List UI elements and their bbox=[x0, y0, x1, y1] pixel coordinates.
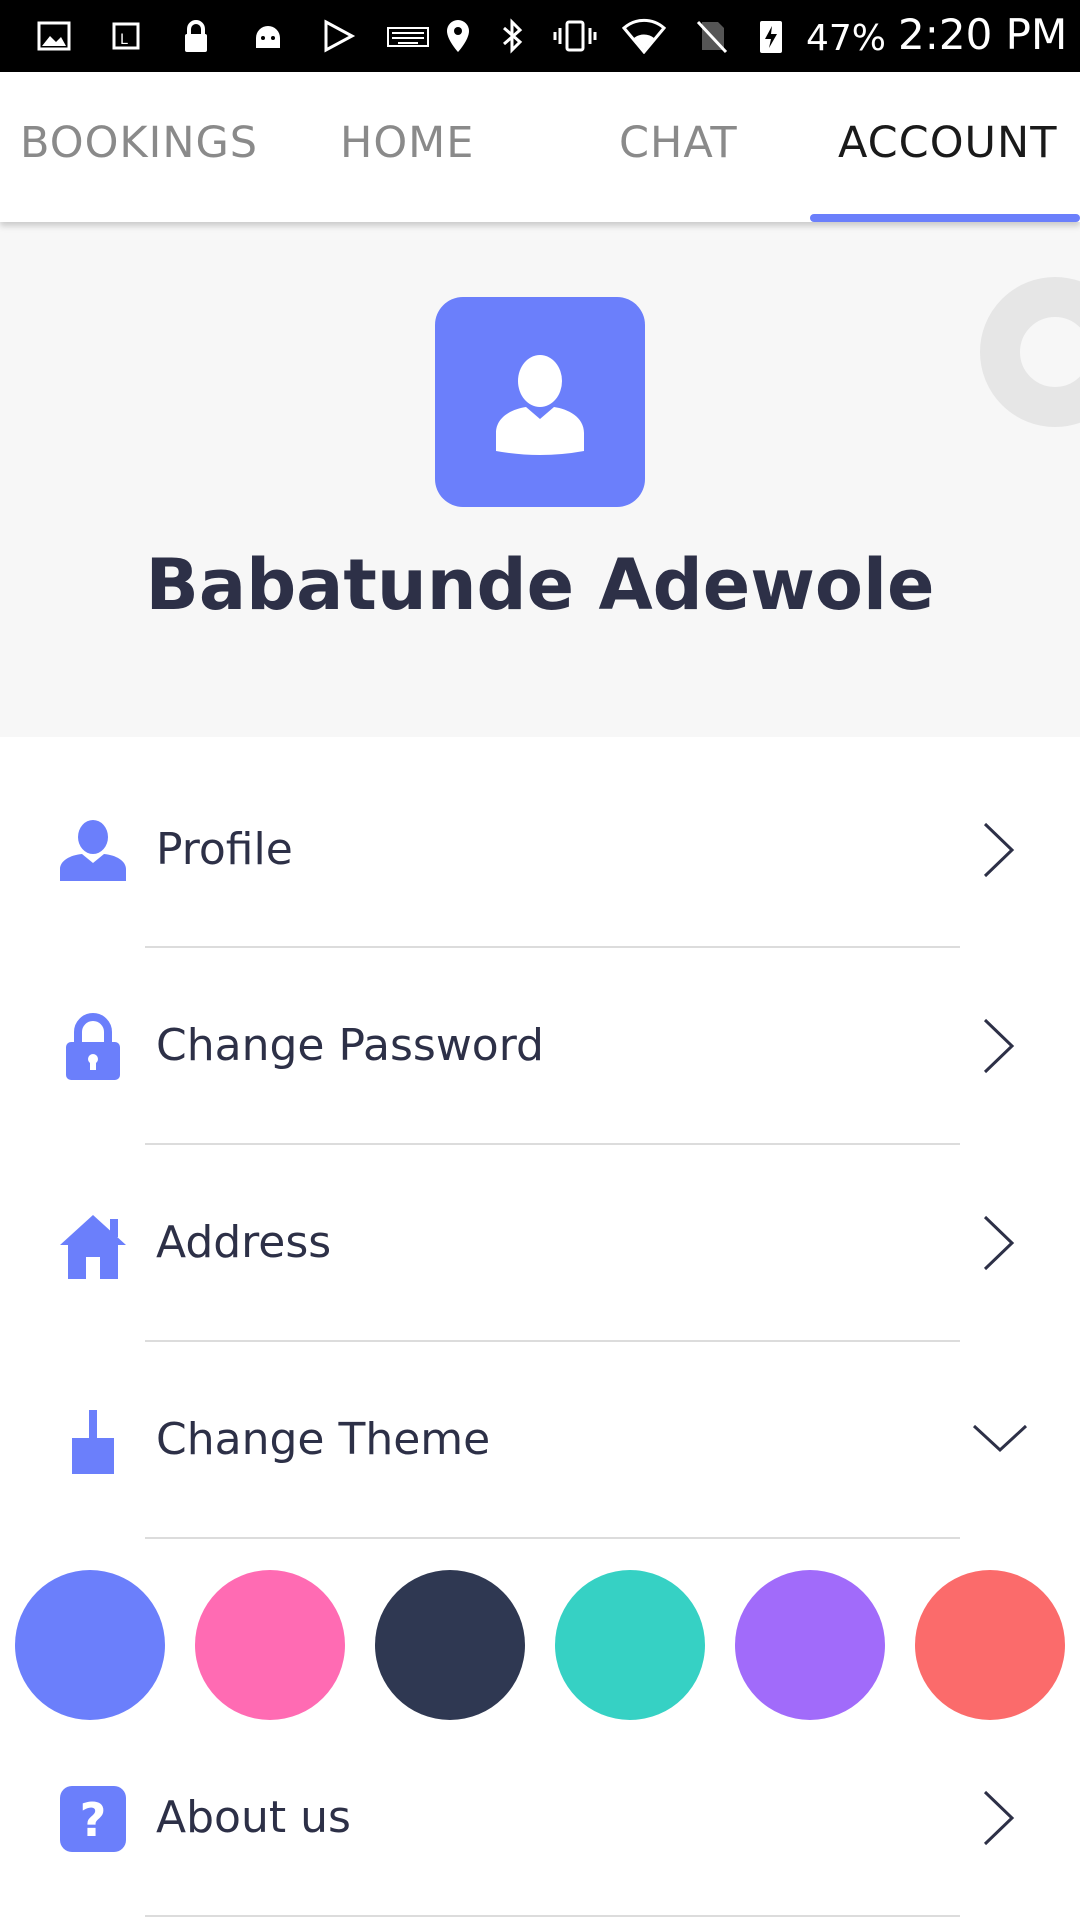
chevron-right-icon bbox=[983, 1018, 1015, 1074]
menu-divider bbox=[145, 1537, 960, 1539]
wifi-icon bbox=[622, 18, 666, 54]
tab-home[interactable]: HOME bbox=[340, 118, 474, 168]
decorative-ring bbox=[980, 277, 1080, 427]
avatar[interactable] bbox=[435, 297, 645, 507]
chevron-down-icon bbox=[972, 1424, 1028, 1453]
location-icon bbox=[447, 20, 469, 52]
active-tab-indicator bbox=[810, 214, 1080, 222]
bluetooth-icon bbox=[503, 18, 523, 54]
help-icon: ? bbox=[60, 1786, 126, 1852]
menu-item-change-theme[interactable]: Change Theme bbox=[0, 1362, 1080, 1522]
svg-text:?: ? bbox=[80, 1793, 107, 1847]
chevron-right-icon bbox=[983, 1215, 1015, 1271]
theme-swatch-purple[interactable] bbox=[735, 1570, 885, 1720]
theme-swatch-blue[interactable] bbox=[15, 1570, 165, 1720]
menu-divider bbox=[145, 1143, 960, 1145]
user-name: Babatunde Adewole bbox=[145, 544, 935, 626]
lock-status-icon bbox=[185, 20, 207, 52]
menu-divider bbox=[145, 1340, 960, 1342]
menu-item-label: Profile bbox=[156, 824, 293, 875]
android-icon bbox=[256, 26, 280, 48]
status-bar: L 47% 2:20 PM bbox=[0, 0, 1080, 72]
lock-icon bbox=[66, 1013, 120, 1080]
tab-account[interactable]: ACCOUNT bbox=[838, 118, 1057, 168]
menu-item-label: Change Password bbox=[156, 1020, 544, 1071]
paint-brush-icon bbox=[72, 1410, 114, 1474]
tab-chat[interactable]: CHAT bbox=[619, 118, 738, 168]
play-store-icon bbox=[324, 19, 356, 53]
menu-item-change-password[interactable]: Change Password bbox=[0, 968, 1080, 1128]
menu-item-label: Change Theme bbox=[156, 1414, 491, 1465]
menu-item-label: About us bbox=[156, 1792, 351, 1843]
menu-divider bbox=[145, 1915, 960, 1917]
home-icon bbox=[60, 1215, 126, 1279]
profile-header: Babatunde Adewole bbox=[0, 222, 1080, 737]
calendar-icon: L bbox=[112, 22, 140, 50]
menu-item-label: Address bbox=[156, 1217, 332, 1268]
menu-item-about-us[interactable]: ? About us bbox=[0, 1740, 1080, 1900]
menu-item-profile[interactable]: Profile bbox=[0, 772, 1080, 932]
tab-bar: BOOKINGS HOME CHAT ACCOUNT bbox=[0, 72, 1080, 222]
vibrate-icon bbox=[553, 20, 597, 52]
chevron-right-icon bbox=[983, 1790, 1015, 1846]
theme-swatch-pink[interactable] bbox=[195, 1570, 345, 1720]
person-avatar-icon bbox=[496, 355, 584, 455]
battery-charging-icon bbox=[760, 21, 782, 53]
person-icon bbox=[60, 820, 126, 881]
menu-item-address[interactable]: Address bbox=[0, 1165, 1080, 1325]
theme-swatch-teal[interactable] bbox=[555, 1570, 705, 1720]
keyboard-icon bbox=[387, 27, 429, 47]
tab-bookings[interactable]: BOOKINGS bbox=[20, 118, 258, 168]
chevron-right-icon bbox=[983, 822, 1015, 878]
svg-text:L: L bbox=[120, 32, 128, 48]
menu-divider bbox=[145, 946, 960, 948]
battery-percent: 47% bbox=[806, 18, 887, 59]
theme-swatch-navy[interactable] bbox=[375, 1570, 525, 1720]
theme-swatch-coral[interactable] bbox=[915, 1570, 1065, 1720]
no-sim-icon bbox=[696, 20, 728, 54]
image-icon bbox=[37, 21, 71, 51]
status-time: 2:20 PM bbox=[898, 10, 1068, 59]
